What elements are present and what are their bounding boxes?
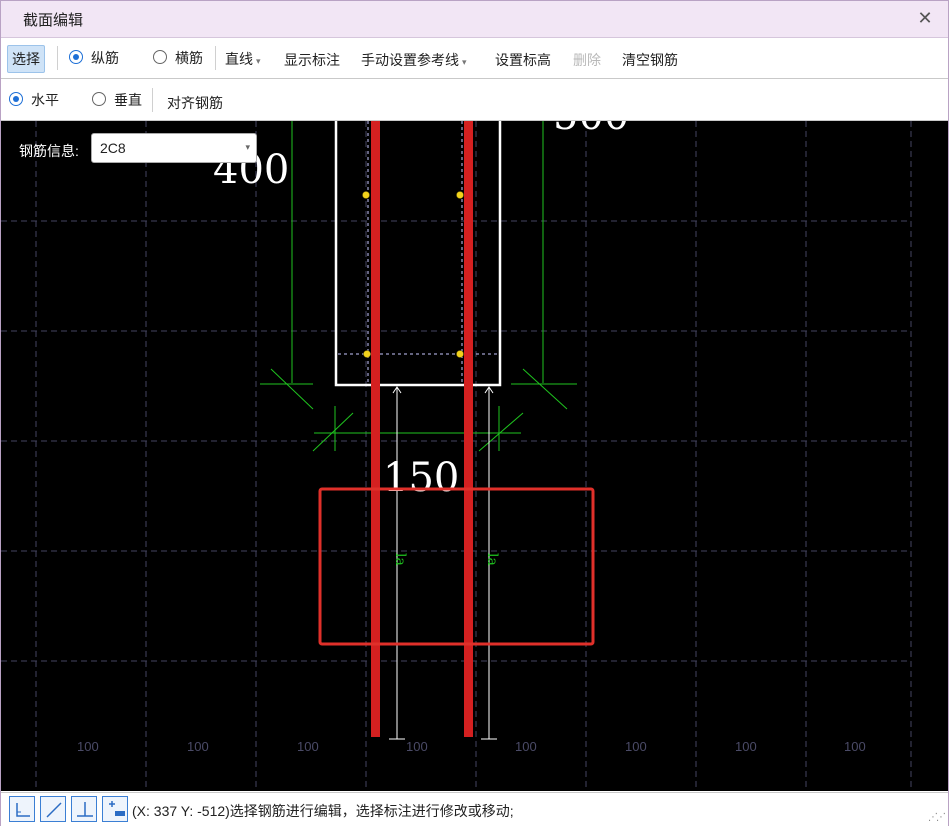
toolbar-divider [152,88,153,112]
horizontal-label[interactable]: 水平 [31,90,59,110]
vertical-label[interactable]: 垂直 [114,90,142,110]
orthogonal-snap-icon[interactable] [9,796,35,822]
dimension-500-label[interactable]: 500 [553,121,629,139]
perpendicular-snap-icon[interactable] [71,796,97,822]
resize-grip-icon[interactable]: ⋰⋰ [928,812,946,823]
status-bar: (X: 337 Y: -512)选择钢筋进行编辑，选择标注进行修改或移动; ⋰⋰ [1,792,948,826]
status-message: (X: 337 Y: -512)选择钢筋进行编辑，选择标注进行修改或移动; [132,803,514,819]
section-outline[interactable] [334,121,502,387]
select-button[interactable]: 选择 [7,45,45,73]
rebar-info-value: 2C8 [100,140,126,156]
grid-label: 100 [187,739,209,754]
line-label: 直线 [225,51,253,67]
clear-rebar-button[interactable]: 清空钢筋 [622,50,678,70]
vertical-radio[interactable] [92,92,106,106]
orientation-toolbar: 水平 垂直 对齐钢筋 [1,79,948,121]
set-elevation-button[interactable]: 设置标高 [495,50,551,70]
transverse-label[interactable]: 横筋 [175,48,203,68]
main-toolbar: 选择 纵筋 横筋 直线 ▾ 显示标注 手动设置参考线 ▾ 设置标高 删除 清空钢筋 [1,38,948,79]
stirrup-dashed-lines [338,121,498,383]
anchor-length-label[interactable]: la [392,553,408,566]
manual-reference-line-dropdown[interactable]: 手动设置参考线 ▾ [361,50,467,70]
longitudinal-radio[interactable] [69,50,83,64]
show-dimension-button[interactable]: 显示标注 [284,50,340,70]
toolbar-divider [57,46,58,70]
chevron-down-icon: ▾ [256,56,261,66]
diagonal-snap-icon[interactable] [40,796,66,822]
highlight-box [318,487,595,646]
close-icon[interactable]: ✕ [914,7,936,29]
align-rebar-button[interactable]: 对齐钢筋 [167,93,223,113]
line-dropdown[interactable]: 直线 ▾ [225,49,261,69]
transverse-radio[interactable] [153,50,167,64]
grid-label: 100 [625,739,647,754]
drawing-canvas[interactable]: 100 100 100 100 100 100 100 100 la la 40… [1,121,948,791]
chevron-down-icon: ▾ [245,142,250,152]
dimension-lines[interactable] [260,121,577,452]
grid-label: 100 [297,739,319,754]
rebar-info-select[interactable]: 2C8 ▾ [91,133,257,163]
anchor-length-label[interactable]: la [484,553,500,566]
title-bar: 截面编辑 ✕ [1,1,948,38]
grid-label: 100 [844,739,866,754]
rebar-info-label: 钢筋信息: [19,143,79,159]
grid-label: 100 [515,739,537,754]
point-snap-icon[interactable] [102,796,128,822]
section-editor-window: 截面编辑 ✕ 选择 纵筋 横筋 直线 ▾ 显示标注 手动设置参考线 ▾ 设置标高 删… [0,0,949,826]
horizontal-radio[interactable] [9,92,23,106]
longitudinal-label[interactable]: 纵筋 [91,48,119,68]
dimension-150-label[interactable]: 150 [383,455,459,501]
manual-ref-label: 手动设置参考线 [361,52,459,68]
grid-label: 100 [735,739,757,754]
grid-label: 100 [406,739,428,754]
toolbar-divider [215,46,216,70]
window-title: 截面编辑 [23,12,84,29]
delete-button[interactable]: 删除 [573,50,601,70]
grid-label: 100 [77,739,99,754]
chevron-down-icon: ▾ [462,57,467,67]
section-drawing[interactable]: 100 100 100 100 100 100 100 100 la la 40… [1,121,948,791]
